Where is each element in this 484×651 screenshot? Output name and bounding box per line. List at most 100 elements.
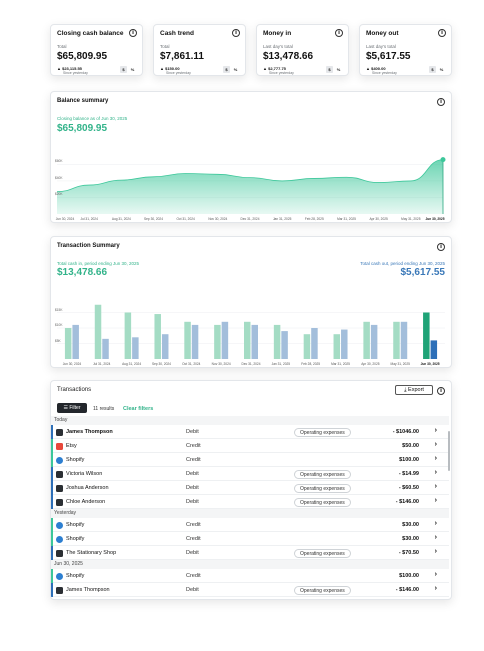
cash-in-bar[interactable] [214,324,221,359]
info-icon[interactable]: i [335,29,343,37]
table-row[interactable]: James Thompson Debit Operating expenses … [51,425,449,439]
person-icon [56,428,63,436]
percent-toggle[interactable]: % [335,66,342,73]
cash-in-bar[interactable] [94,304,102,359]
bar-chart-svg [57,304,445,360]
dollar-toggle[interactable]: $ [120,66,127,73]
x-tick-label: Sep 30, 2024 [144,217,163,221]
chevron-right-icon[interactable]: › [435,455,437,462]
cash-out-bar[interactable] [102,338,109,359]
info-icon[interactable]: i [129,29,137,37]
table-row[interactable]: James Thompson Debit Operating expenses … [51,583,449,597]
chevron-right-icon[interactable]: › [435,483,437,490]
scrollbar[interactable] [448,431,450,471]
cash-out-bar[interactable] [430,340,438,359]
chevron-right-icon[interactable]: › [435,571,437,578]
chevron-right-icon[interactable]: › [435,469,437,476]
info-icon[interactable]: i [232,29,240,37]
category-tag: Operating expenses [294,483,351,493]
info-icon[interactable]: i [437,243,445,251]
x-tick-label: Jan 31, 2025 [272,217,292,221]
chevron-right-icon[interactable]: › [435,534,437,541]
x-tick-label: Nov 30, 2024 [211,362,231,366]
current-point[interactable] [440,157,446,163]
kpi-subtitle: Total [160,44,170,49]
transactions-card: Transactions ⤓ Export i ☰ Filter 11 resu… [50,380,452,600]
x-tick-label: Oct 31, 2024 [176,217,195,221]
info-icon[interactable]: i [437,387,445,395]
cash-in-bar[interactable] [124,312,132,360]
cash-out-bar[interactable] [161,334,169,359]
row-accent [51,453,53,467]
percent-toggle[interactable]: % [232,66,239,73]
cash-in-bar[interactable] [303,334,311,359]
chevron-right-icon[interactable]: › [435,441,437,448]
table-row[interactable]: Shopify Credit $100.00 › [51,453,449,467]
person-icon [56,470,63,478]
cash-out-bar[interactable] [311,328,318,359]
cash-in-bar[interactable] [393,321,400,359]
y-tick-label: $40K [55,175,63,180]
table-row[interactable]: The Stationary Shop Debit Operating expe… [51,546,449,560]
cash-out-bar[interactable] [370,324,378,359]
table-row[interactable]: Shopify Credit $100.00 › [51,569,449,583]
transaction-type: Debit [186,587,199,593]
cash-in-bar[interactable] [423,312,430,360]
payee-name: Shopify [66,573,85,579]
cash-out-bar[interactable] [251,324,259,359]
cash-out-bar[interactable] [72,324,79,359]
table-row[interactable]: Shopify Credit $30.00 › [51,532,449,546]
chevron-right-icon[interactable]: › [435,548,437,555]
cash-in-bar[interactable] [333,334,341,359]
person-icon [56,586,63,594]
chevron-right-icon[interactable]: › [435,585,437,592]
x-tick-label: Dec 31, 2024 [241,362,261,366]
percent-toggle[interactable]: % [129,66,136,73]
info-icon[interactable]: i [438,29,446,37]
cash-out-bar[interactable] [341,329,348,359]
filter-button[interactable]: ☰ Filter [57,403,87,413]
table-row[interactable]: Chloe Anderson Debit Operating expenses … [51,495,449,509]
transaction-type: Credit [186,522,201,528]
chevron-right-icon[interactable]: › [435,497,437,504]
chevron-right-icon[interactable]: › [435,427,437,434]
payee-name: Victoria Wilson [66,471,103,477]
x-tick-label: Aug 31, 2024 [122,362,142,366]
cash-in-bar[interactable] [154,314,161,359]
x-tick-label: Jun 30, 2025 [420,362,440,366]
x-tick-label: Feb 28, 2025 [301,362,321,366]
cash-out-bar[interactable] [400,321,408,359]
clear-filters-link[interactable]: Clear filters [123,406,153,412]
balance-area-chart: $60K $40K $20K Jun 30, 2024 Jul 31, 2024 Aug … [51,148,453,224]
transaction-amount: $50.00 [402,443,419,449]
cash-in-bar[interactable] [64,328,72,359]
export-button[interactable]: ⤓ Export [395,385,433,395]
transaction-type: Debit [186,499,199,505]
cash-out-label: Total cash out, period ending Jun 30, 20… [360,261,445,266]
table-row[interactable]: Victoria Wilson Debit Operating expenses… [51,467,449,481]
table-row[interactable]: Shopify Credit $30.00 › [51,518,449,532]
transactions-title: Transactions [57,387,92,393]
dollar-toggle[interactable]: $ [326,66,333,73]
arrow-up-icon: ▲ [160,66,164,71]
cash-in-bar[interactable] [244,321,251,359]
cash-out-bar[interactable] [132,337,139,359]
kpi-value: $13,478.66 [263,51,314,62]
cash-in-bar[interactable] [273,324,281,359]
cash-out-value: $5,617.55 [400,267,446,278]
closing-balance-label: Closing balance as of Jun 30, 2025 [57,116,128,121]
dollar-toggle[interactable]: $ [223,66,230,73]
kpi-subtitle: Last day's total [366,44,396,49]
info-icon[interactable]: i [437,98,445,106]
cash-in-bar[interactable] [363,321,370,359]
cash-out-bar[interactable] [281,331,288,359]
percent-toggle[interactable]: % [438,66,445,73]
x-tick-label: Apr 30, 2025 [361,362,380,366]
chevron-right-icon[interactable]: › [435,520,437,527]
dollar-toggle[interactable]: $ [429,66,436,73]
cash-in-bar[interactable] [184,321,191,359]
cash-out-bar[interactable] [221,321,229,359]
cash-out-bar[interactable] [191,324,199,359]
table-row[interactable]: Etsy Credit $50.00 › [51,439,449,453]
table-row[interactable]: Joshua Anderson Debit Operating expenses… [51,481,449,495]
